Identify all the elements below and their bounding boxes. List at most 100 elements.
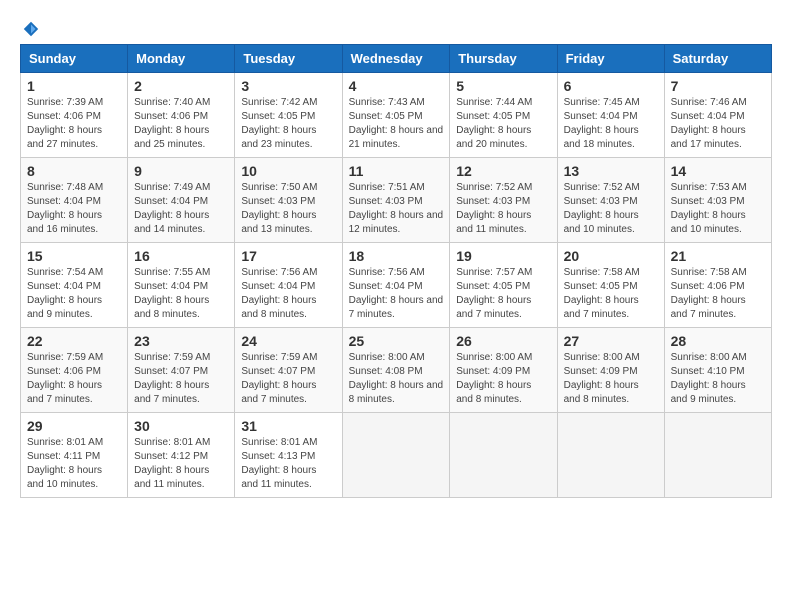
day-content: Sunrise: 7:40 AMSunset: 4:06 PMDaylight:…: [134, 96, 228, 152]
day-number: 12: [456, 163, 550, 179]
calendar-cell: 5 Sunrise: 7:44 AMSunset: 4:05 PMDaylight…: [450, 73, 557, 158]
day-content: Sunrise: 7:50 AMSunset: 4:03 PMDaylight:…: [241, 181, 335, 237]
calendar-cell: 19 Sunrise: 7:57 AMSunset: 4:05 PMDayligh…: [450, 243, 557, 328]
logo-icon: [22, 20, 40, 38]
calendar-header-row: SundayMondayTuesdayWednesdayThursdayFrid…: [21, 45, 772, 73]
day-content: Sunrise: 7:59 AMSunset: 4:06 PMDaylight:…: [27, 351, 121, 407]
day-content: Sunrise: 8:01 AMSunset: 4:11 PMDaylight:…: [27, 436, 121, 492]
day-number: 13: [564, 163, 658, 179]
day-number: 29: [27, 418, 121, 434]
day-number: 17: [241, 248, 335, 264]
day-content: Sunrise: 7:54 AMSunset: 4:04 PMDaylight:…: [27, 266, 121, 322]
day-number: 6: [564, 78, 658, 94]
calendar-cell: 6 Sunrise: 7:45 AMSunset: 4:04 PMDaylight…: [557, 73, 664, 158]
day-number: 5: [456, 78, 550, 94]
week-row-5: 29 Sunrise: 8:01 AMSunset: 4:11 PMDayligh…: [21, 413, 772, 498]
day-number: 2: [134, 78, 228, 94]
day-content: Sunrise: 7:52 AMSunset: 4:03 PMDaylight:…: [564, 181, 658, 237]
calendar-cell: 14 Sunrise: 7:53 AMSunset: 4:03 PMDayligh…: [664, 158, 771, 243]
week-row-4: 22 Sunrise: 7:59 AMSunset: 4:06 PMDayligh…: [21, 328, 772, 413]
day-content: Sunrise: 7:58 AMSunset: 4:05 PMDaylight:…: [564, 266, 658, 322]
day-content: Sunrise: 7:45 AMSunset: 4:04 PMDaylight:…: [564, 96, 658, 152]
calendar-cell: [450, 413, 557, 498]
calendar-cell: 26 Sunrise: 8:00 AMSunset: 4:09 PMDayligh…: [450, 328, 557, 413]
day-content: Sunrise: 7:46 AMSunset: 4:04 PMDaylight:…: [671, 96, 765, 152]
logo-text: [20, 20, 40, 38]
day-content: Sunrise: 8:01 AMSunset: 4:12 PMDaylight:…: [134, 436, 228, 492]
calendar-cell: 12Sunrise: 7:52 AMSunset: 4:03 PMDayligh…: [450, 158, 557, 243]
day-number: 26: [456, 333, 550, 349]
day-number: 15: [27, 248, 121, 264]
day-content: Sunrise: 7:53 AMSunset: 4:03 PMDaylight:…: [671, 181, 765, 237]
calendar-cell: 17 Sunrise: 7:56 AMSunset: 4:04 PMDayligh…: [235, 243, 342, 328]
calendar-cell: [664, 413, 771, 498]
calendar-cell: 7 Sunrise: 7:46 AMSunset: 4:04 PMDaylight…: [664, 73, 771, 158]
day-content: Sunrise: 8:00 AMSunset: 4:09 PMDaylight:…: [456, 351, 550, 407]
day-content: Sunrise: 8:00 AMSunset: 4:08 PMDaylight:…: [349, 351, 444, 407]
page-container: SundayMondayTuesdayWednesdayThursdayFrid…: [20, 20, 772, 498]
day-number: 30: [134, 418, 228, 434]
calendar-cell: [342, 413, 450, 498]
calendar-cell: 24Sunrise: 7:59 AMSunset: 4:07 PMDayligh…: [235, 328, 342, 413]
calendar-cell: 30 Sunrise: 8:01 AMSunset: 4:12 PMDayligh…: [128, 413, 235, 498]
day-content: Sunrise: 7:48 AMSunset: 4:04 PMDaylight:…: [27, 181, 121, 237]
day-number: 7: [671, 78, 765, 94]
day-content: Sunrise: 7:56 AMSunset: 4:04 PMDaylight:…: [241, 266, 335, 322]
day-number: 14: [671, 163, 765, 179]
day-number: 11: [349, 163, 444, 179]
day-content: Sunrise: 7:59 AMSunset: 4:07 PMDaylight:…: [241, 351, 335, 407]
calendar-cell: 20 Sunrise: 7:58 AMSunset: 4:05 PMDayligh…: [557, 243, 664, 328]
logo: [20, 20, 40, 34]
day-content: Sunrise: 7:43 AMSunset: 4:05 PMDaylight:…: [349, 96, 444, 152]
day-content: Sunrise: 7:55 AMSunset: 4:04 PMDaylight:…: [134, 266, 228, 322]
calendar-cell: 21 Sunrise: 7:58 AMSunset: 4:06 PMDayligh…: [664, 243, 771, 328]
day-number: 9: [134, 163, 228, 179]
day-content: Sunrise: 7:44 AMSunset: 4:05 PMDaylight:…: [456, 96, 550, 152]
day-content: Sunrise: 7:49 AMSunset: 4:04 PMDaylight:…: [134, 181, 228, 237]
calendar-cell: 27Sunrise: 8:00 AMSunset: 4:09 PMDayligh…: [557, 328, 664, 413]
day-number: 28: [671, 333, 765, 349]
header-friday: Friday: [557, 45, 664, 73]
day-number: 23: [134, 333, 228, 349]
day-content: Sunrise: 8:00 AMSunset: 4:10 PMDaylight:…: [671, 351, 765, 407]
day-content: Sunrise: 8:00 AMSunset: 4:09 PMDaylight:…: [564, 351, 658, 407]
header-thursday: Thursday: [450, 45, 557, 73]
calendar-cell: 11 Sunrise: 7:51 AMSunset: 4:03 PMDayligh…: [342, 158, 450, 243]
day-content: Sunrise: 7:56 AMSunset: 4:04 PMDaylight:…: [349, 266, 444, 322]
day-number: 10: [241, 163, 335, 179]
day-number: 4: [349, 78, 444, 94]
calendar-cell: [557, 413, 664, 498]
header-section: [20, 20, 772, 34]
calendar-cell: 4 Sunrise: 7:43 AMSunset: 4:05 PMDaylight…: [342, 73, 450, 158]
calendar-cell: 13 Sunrise: 7:52 AMSunset: 4:03 PMDayligh…: [557, 158, 664, 243]
week-row-3: 15 Sunrise: 7:54 AMSunset: 4:04 PMDayligh…: [21, 243, 772, 328]
day-number: 3: [241, 78, 335, 94]
calendar-cell: 22 Sunrise: 7:59 AMSunset: 4:06 PMDayligh…: [21, 328, 128, 413]
header-monday: Monday: [128, 45, 235, 73]
calendar-cell: 8Sunrise: 7:48 AMSunset: 4:04 PMDaylight…: [21, 158, 128, 243]
header-sunday: Sunday: [21, 45, 128, 73]
calendar-cell: 28 Sunrise: 8:00 AMSunset: 4:10 PMDayligh…: [664, 328, 771, 413]
day-content: Sunrise: 7:59 AMSunset: 4:07 PMDaylight:…: [134, 351, 228, 407]
day-content: Sunrise: 7:39 AMSunset: 4:06 PMDaylight:…: [27, 96, 121, 152]
header-tuesday: Tuesday: [235, 45, 342, 73]
day-content: Sunrise: 7:57 AMSunset: 4:05 PMDaylight:…: [456, 266, 550, 322]
header-saturday: Saturday: [664, 45, 771, 73]
day-content: Sunrise: 7:51 AMSunset: 4:03 PMDaylight:…: [349, 181, 444, 237]
day-number: 16: [134, 248, 228, 264]
header-wednesday: Wednesday: [342, 45, 450, 73]
calendar-cell: 23 Sunrise: 7:59 AMSunset: 4:07 PMDayligh…: [128, 328, 235, 413]
day-content: Sunrise: 7:42 AMSunset: 4:05 PMDaylight:…: [241, 96, 335, 152]
day-number: 22: [27, 333, 121, 349]
calendar-cell: 29 Sunrise: 8:01 AMSunset: 4:11 PMDayligh…: [21, 413, 128, 498]
day-number: 20: [564, 248, 658, 264]
day-number: 19: [456, 248, 550, 264]
day-number: 21: [671, 248, 765, 264]
calendar-cell: 10 Sunrise: 7:50 AMSunset: 4:03 PMDayligh…: [235, 158, 342, 243]
calendar-cell: 9 Sunrise: 7:49 AMSunset: 4:04 PMDaylight…: [128, 158, 235, 243]
calendar-cell: 25Sunrise: 8:00 AMSunset: 4:08 PMDayligh…: [342, 328, 450, 413]
day-number: 18: [349, 248, 444, 264]
day-content: Sunrise: 8:01 AMSunset: 4:13 PMDaylight:…: [241, 436, 335, 492]
day-content: Sunrise: 7:58 AMSunset: 4:06 PMDaylight:…: [671, 266, 765, 322]
week-row-2: 8Sunrise: 7:48 AMSunset: 4:04 PMDaylight…: [21, 158, 772, 243]
